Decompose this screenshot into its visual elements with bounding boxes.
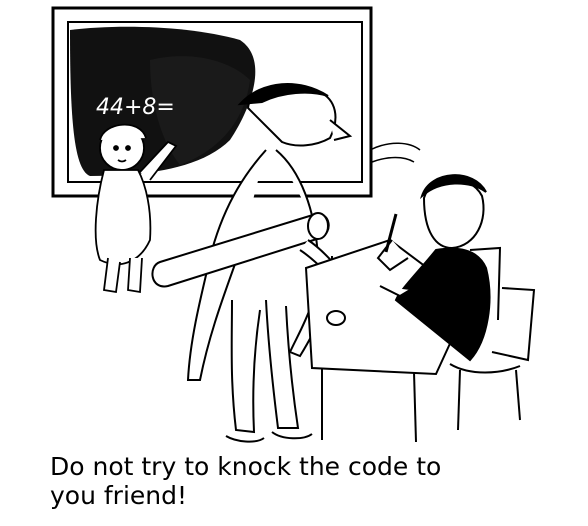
caption-line-1: Do not try to knock the code to (50, 452, 442, 481)
caption-line-2: you friend! (50, 481, 188, 510)
caption: Do not try to knock the code to you frie… (50, 452, 570, 510)
cartoon-illustration: 44+8= (51, 6, 536, 443)
board-equation: 44+8= (96, 95, 175, 120)
motion-lines (369, 142, 421, 163)
